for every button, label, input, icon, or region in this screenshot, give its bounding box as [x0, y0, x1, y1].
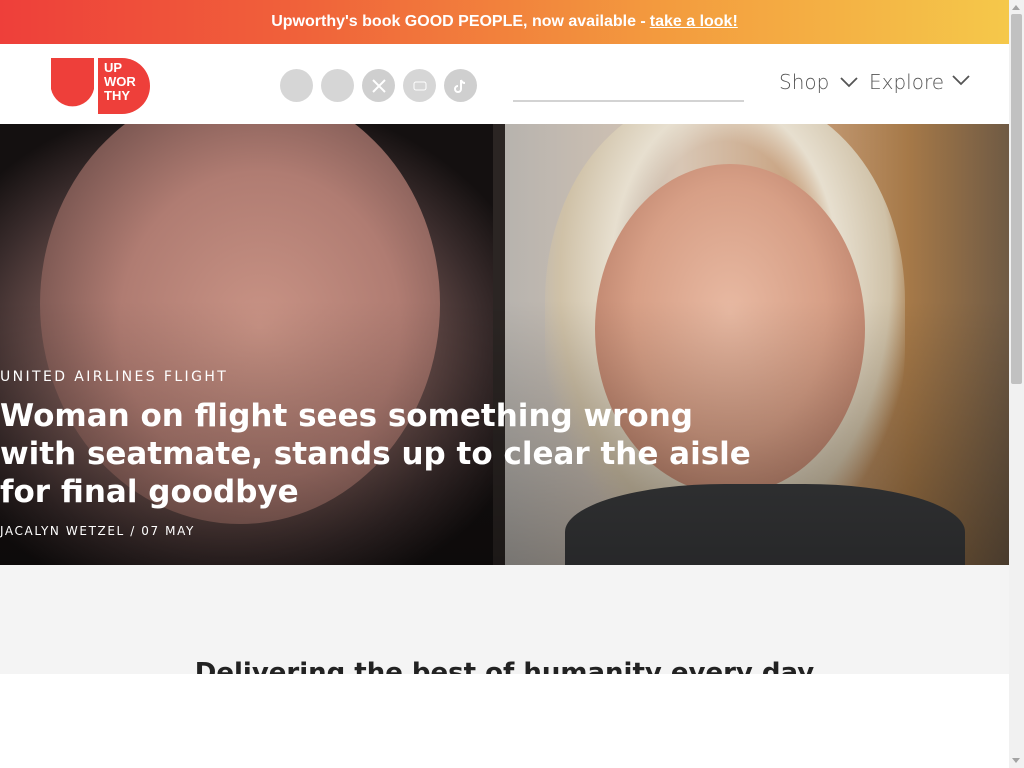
hero-story[interactable]: UNITED AIRLINES FLIGHT Woman on flight s…	[0, 124, 1009, 565]
chevron-down-icon	[840, 77, 858, 88]
upworthy-logo[interactable]: UP WOR THY	[50, 55, 152, 115]
svg-text:UP: UP	[104, 60, 122, 75]
scroll-down-arrow-icon[interactable]	[1012, 758, 1020, 763]
section-tagline: Delivering the best of humanity every da…	[194, 658, 815, 674]
nav-explore[interactable]: Explore	[869, 70, 944, 94]
nav-explore-label: Explore	[869, 70, 945, 94]
hero-kicker[interactable]: UNITED AIRLINES FLIGHT	[0, 369, 228, 385]
hero-date: / 07 MAY	[124, 524, 195, 538]
svg-text:WOR: WOR	[104, 74, 136, 89]
chevron-down-icon[interactable]	[951, 74, 971, 86]
x-icon[interactable]	[362, 69, 395, 102]
nav-shop-label: Shop	[779, 70, 830, 94]
scroll-up-arrow-icon[interactable]	[1012, 5, 1020, 10]
bottom-overlay	[0, 674, 1009, 768]
youtube-icon[interactable]	[403, 69, 436, 102]
promo-link[interactable]: take a look!	[650, 13, 738, 31]
site-header: UP WOR THY Shop Explore	[0, 44, 1009, 124]
promo-banner: Upworthy's book GOOD PEOPLE, now availab…	[0, 0, 1009, 44]
svg-text:THY: THY	[104, 88, 130, 103]
promo-text: Upworthy's book GOOD PEOPLE, now availab…	[271, 13, 646, 30]
tagline-section: Delivering the best of humanity every da…	[0, 565, 1009, 674]
page-scrollbar[interactable]	[1009, 0, 1024, 768]
facebook-icon[interactable]	[280, 69, 313, 102]
nav-shop[interactable]: Shop	[779, 70, 859, 94]
scroll-thumb[interactable]	[1011, 14, 1022, 384]
tiktok-icon[interactable]	[444, 69, 477, 102]
hero-byline: JACALYN WETZEL / 07 MAY	[0, 524, 195, 538]
hero-author[interactable]: JACALYN WETZEL	[0, 524, 125, 538]
search-input[interactable]	[513, 82, 744, 102]
hero-headline[interactable]: Woman on flight sees something wrong wit…	[0, 397, 760, 511]
social-links	[280, 69, 477, 102]
instagram-icon[interactable]	[321, 69, 354, 102]
